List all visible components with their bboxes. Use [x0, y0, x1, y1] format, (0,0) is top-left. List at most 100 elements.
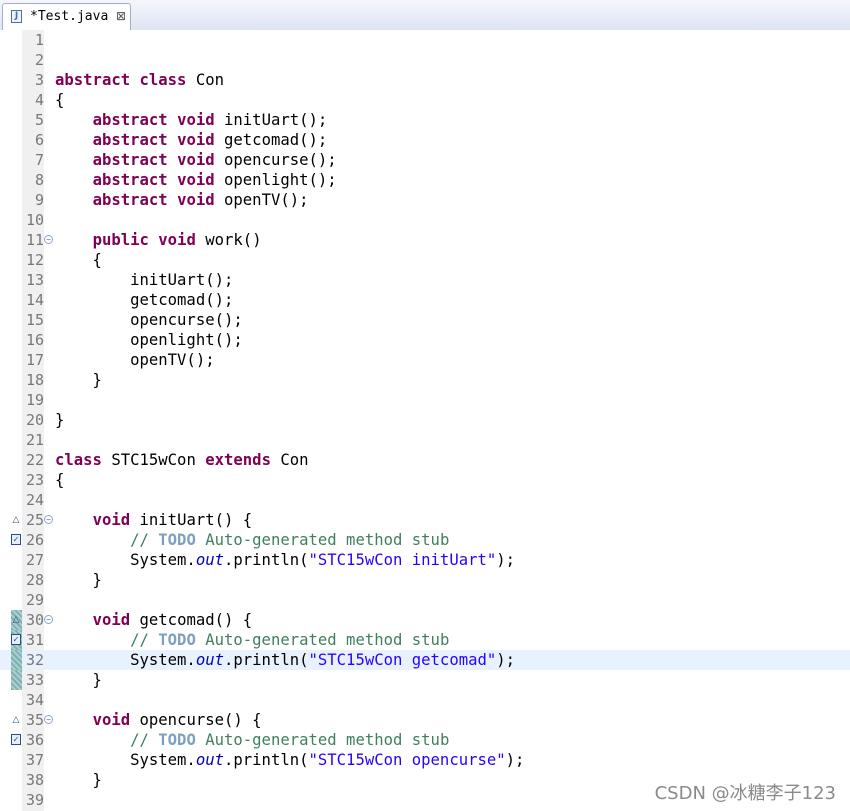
- tab-title: *Test.java: [30, 9, 109, 24]
- code-text: void initUart() {: [92, 511, 253, 529]
- fold-toggle-icon[interactable]: −: [44, 515, 53, 524]
- code-line[interactable]: 11− public void work(): [0, 230, 850, 250]
- code-text: void getcomad() {: [92, 611, 253, 629]
- code-line[interactable]: 28 }: [0, 570, 850, 590]
- code-line[interactable]: 22 class STC15wCon extends Con: [0, 450, 850, 470]
- line-number: 38: [25, 771, 44, 789]
- code-text: public void work(): [92, 231, 262, 249]
- code-line[interactable]: 19: [0, 390, 850, 410]
- code-line[interactable]: 33 }: [0, 670, 850, 690]
- line-number: 4: [34, 91, 44, 109]
- code-line[interactable]: 27 System.out.println("STC15wCon initUar…: [0, 550, 850, 570]
- line-number: 36: [25, 731, 44, 749]
- code-text: // TODO Auto-generated method stub: [130, 731, 450, 749]
- code-line[interactable]: 12 {: [0, 250, 850, 270]
- line-number: 34: [25, 691, 44, 709]
- override-marker-icon[interactable]: △: [11, 715, 21, 725]
- code-text: abstract void openTV();: [92, 191, 309, 209]
- code-line[interactable]: 37 System.out.println("STC15wCon opencur…: [0, 750, 850, 770]
- line-number: 37: [25, 751, 44, 769]
- code-text: getcomad();: [55, 291, 234, 309]
- code-line[interactable]: 25 △ − void initUart() {: [0, 510, 850, 530]
- code-text: {: [55, 471, 65, 489]
- close-icon[interactable]: ⊠: [116, 9, 126, 23]
- code-line[interactable]: 36 ✓ // TODO Auto-generated method stub: [0, 730, 850, 750]
- code-line[interactable]: 34: [0, 690, 850, 710]
- code-editor[interactable]: 1 2 3 abstract class Con 4{5 abstract void i…: [0, 30, 850, 811]
- code-text: {: [55, 251, 102, 269]
- line-number: 23: [25, 471, 44, 489]
- code-line[interactable]: 9 abstract void openTV();: [0, 190, 850, 210]
- code-line[interactable]: 4{: [0, 90, 850, 110]
- task-marker-icon[interactable]: ✓: [11, 734, 21, 745]
- code-line[interactable]: 13 initUart();: [0, 270, 850, 290]
- code-line[interactable]: 21: [0, 430, 850, 450]
- code-line[interactable]: 31 ✓ // TODO Auto-generated method stub: [0, 630, 850, 650]
- task-marker-icon[interactable]: ✓: [11, 534, 21, 545]
- code-text: void opencurse() {: [92, 711, 262, 729]
- line-number: 35: [25, 711, 44, 729]
- code-line[interactable]: 2: [0, 50, 850, 70]
- code-text: }: [55, 411, 65, 429]
- code-text: System.out.println("STC15wCon initUart")…: [55, 551, 516, 569]
- line-number: 2: [34, 51, 44, 69]
- override-marker-icon[interactable]: △: [11, 615, 21, 625]
- code-text: System.out.println("STC15wCon opencurse"…: [55, 751, 525, 769]
- code-line[interactable]: 23 {: [0, 470, 850, 490]
- code-text: // TODO Auto-generated method stub: [130, 531, 450, 549]
- line-number: 28: [25, 571, 44, 589]
- code-line[interactable]: 20}: [0, 410, 850, 430]
- code-line[interactable]: 1: [0, 30, 850, 50]
- occurrence-marker: [11, 650, 22, 670]
- line-number: 24: [25, 491, 44, 509]
- code-line[interactable]: 6 abstract void getcomad();: [0, 130, 850, 150]
- code-line[interactable]: 16 openlight();: [0, 330, 850, 350]
- code-text: abstract void opencurse();: [92, 151, 337, 169]
- code-text: abstract void openlight();: [92, 171, 337, 189]
- fold-toggle-icon[interactable]: −: [44, 615, 53, 624]
- task-marker-icon[interactable]: ✓: [11, 634, 21, 645]
- line-number: 8: [34, 171, 44, 189]
- tab-test-java[interactable]: J *Test.java ⊠: [2, 3, 131, 30]
- code-line[interactable]: 24: [0, 490, 850, 510]
- code-line[interactable]: 8 abstract void openlight();: [0, 170, 850, 190]
- line-number: 15: [25, 311, 44, 329]
- line-number: 25: [25, 511, 44, 529]
- code-line[interactable]: 29: [0, 590, 850, 610]
- code-text: class STC15wCon extends Con: [55, 451, 309, 469]
- line-number: 20: [25, 411, 44, 429]
- line-number: 9: [34, 191, 44, 209]
- line-number: 33: [25, 671, 44, 689]
- line-number: 18: [25, 371, 44, 389]
- code-line[interactable]: 18 }: [0, 370, 850, 390]
- code-line[interactable]: 26 ✓ // TODO Auto-generated method stub: [0, 530, 850, 550]
- code-text: initUart();: [55, 271, 234, 289]
- line-number: 12: [25, 251, 44, 269]
- code-line[interactable]: 3 abstract class Con: [0, 70, 850, 90]
- code-text: abstract void getcomad();: [92, 131, 328, 149]
- code-text: }: [55, 771, 102, 789]
- line-number: 22: [25, 451, 44, 469]
- code-line[interactable]: 32 System.out.println("STC15wCon getcoma…: [0, 650, 850, 670]
- override-marker-icon[interactable]: △: [11, 515, 21, 525]
- code-text: }: [55, 571, 102, 589]
- code-line[interactable]: 10: [0, 210, 850, 230]
- line-number: 29: [25, 591, 44, 609]
- line-number: 1: [34, 31, 44, 49]
- code-line[interactable]: 15 opencurse();: [0, 310, 850, 330]
- code-text: openTV();: [55, 351, 215, 369]
- fold-toggle-icon[interactable]: −: [44, 715, 53, 724]
- code-line[interactable]: 7 abstract void opencurse();: [0, 150, 850, 170]
- code-line[interactable]: 5 abstract void initUart();: [0, 110, 850, 130]
- code-text: abstract void initUart();: [92, 111, 328, 129]
- code-text: opencurse();: [55, 311, 243, 329]
- code-line[interactable]: 30 △ − void getcomad() {: [0, 610, 850, 630]
- code-line[interactable]: 14 getcomad();: [0, 290, 850, 310]
- code-line[interactable]: 35 △ − void opencurse() {: [0, 710, 850, 730]
- line-number: 16: [25, 331, 44, 349]
- line-number: 26: [25, 531, 44, 549]
- code-text: }: [55, 671, 102, 689]
- line-number: 10: [25, 211, 44, 229]
- fold-toggle-icon[interactable]: −: [44, 235, 53, 244]
- code-line[interactable]: 17 openTV();: [0, 350, 850, 370]
